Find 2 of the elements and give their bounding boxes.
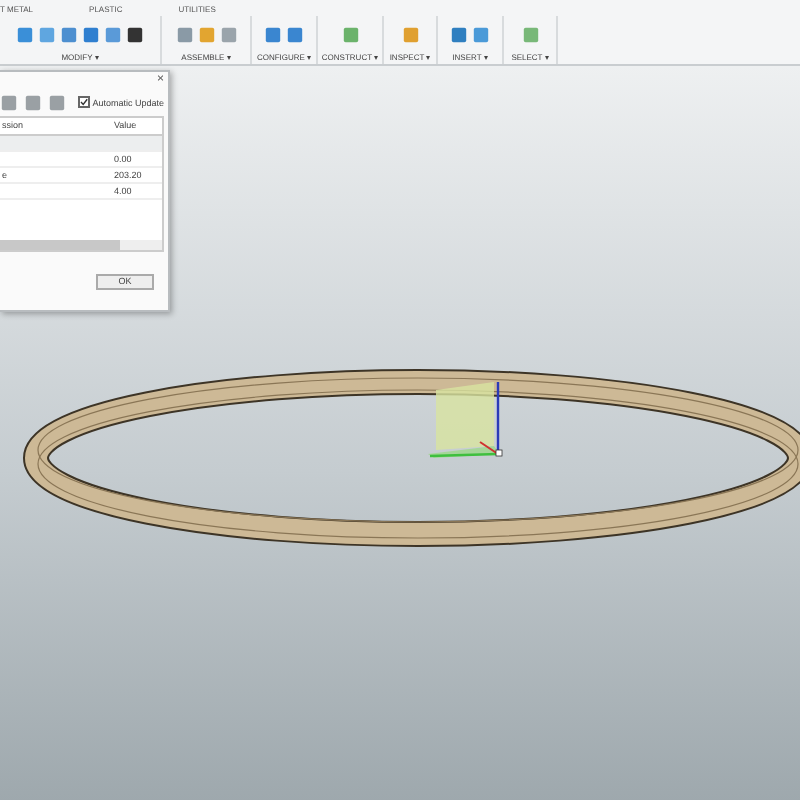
auto-update-checkbox[interactable] bbox=[78, 96, 91, 108]
origin-triad bbox=[428, 382, 503, 458]
